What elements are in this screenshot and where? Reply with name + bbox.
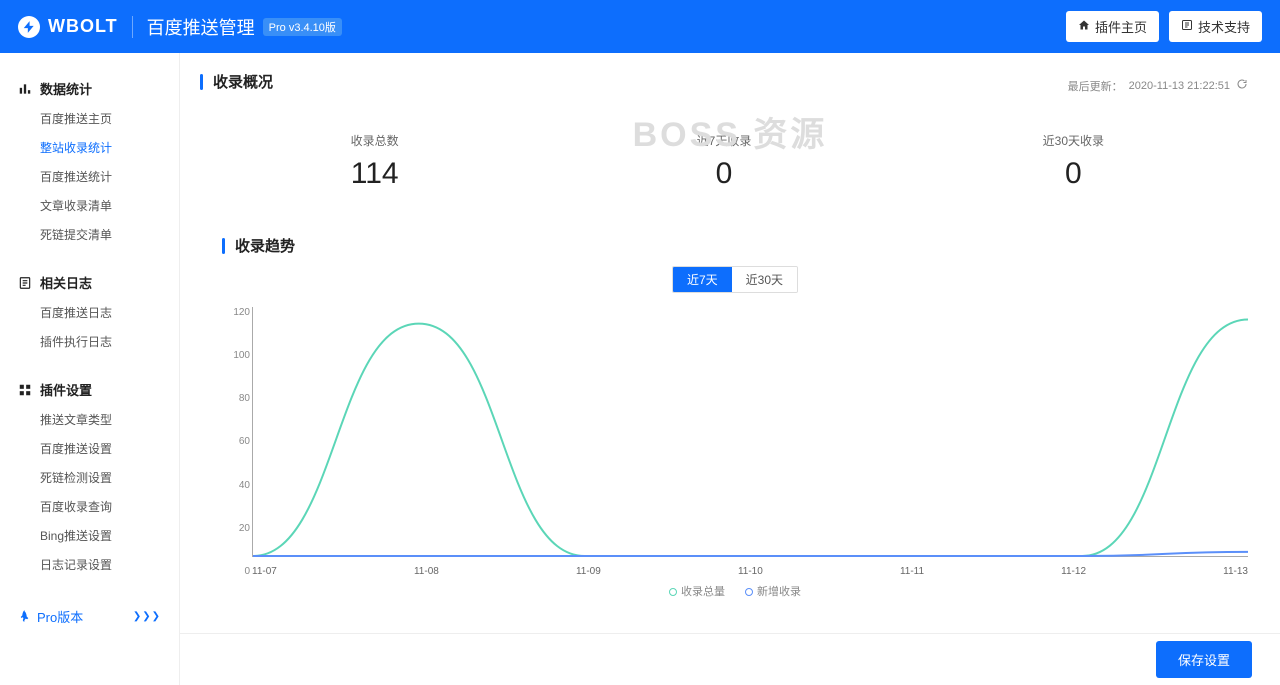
support-button[interactable]: 技术支持 (1169, 11, 1262, 42)
stat-value: 0 (899, 157, 1248, 191)
x-tick: 11-12 (1061, 566, 1086, 577)
x-tick: 11-07 (252, 566, 277, 577)
y-tick: 120 (222, 307, 250, 318)
last-update-time: 2020-11-13 21:22:51 (1129, 80, 1230, 92)
last-update: 最后更新： 2020-11-13 21:22:51 (1068, 78, 1248, 94)
y-tick: 100 (222, 350, 250, 361)
sidebar-item[interactable]: 百度推送统计 (0, 162, 179, 191)
nav-heading: 插件设置 (0, 374, 179, 405)
stat-value: 0 (549, 157, 898, 191)
x-axis: 11-07 11-08 11-09 11-10 11-11 11-12 11-13 (252, 562, 1248, 577)
chart-box: 120100806040200 11-0711-0811-0911-1011-1… (252, 307, 1248, 577)
trend-title: 收录趋势 (235, 235, 295, 256)
home-icon (1078, 19, 1090, 34)
app-title: 百度推送管理 (147, 14, 255, 40)
topbar: WBOLT 百度推送管理 Pro v3.4.10版 插件主页 技术支持 (0, 0, 1280, 53)
settings-icon (18, 383, 32, 397)
trend-title-wrap: 收录趋势 (222, 235, 1248, 256)
legend-item: 新增收录 (745, 586, 801, 598)
pro-label: Pro版本 (37, 607, 83, 626)
logo-text: WBOLT (48, 16, 118, 37)
sidebar-item[interactable]: 死链提交清单 (0, 220, 179, 249)
sidebar-item[interactable]: 百度收录查询 (0, 492, 179, 521)
trend-section: 收录趋势 近7天近30天 120100806040200 11-0711-081… (200, 235, 1248, 599)
stat-card: 收录总数 114 (200, 132, 549, 191)
sidebar-item[interactable]: 日志记录设置 (0, 550, 179, 579)
sidebar-item[interactable]: 百度推送设置 (0, 434, 179, 463)
refresh-icon[interactable] (1236, 78, 1248, 93)
sidebar-item[interactable]: 推送文章类型 (0, 405, 179, 434)
footer-bar: 保存设置 (180, 633, 1280, 685)
x-tick: 11-10 (738, 566, 763, 577)
sidebar: 数据统计百度推送主页整站收录统计百度推送统计文章收录清单死链提交清单相关日志百度… (0, 53, 180, 685)
y-tick: 60 (222, 436, 250, 447)
stat-value: 114 (200, 157, 549, 191)
logo-icon (18, 16, 40, 38)
sidebar-item[interactable]: 死链检测设置 (0, 463, 179, 492)
overview-header: 收录概况 最后更新： 2020-11-13 21:22:51 (200, 71, 1248, 100)
y-tick: 80 (222, 393, 250, 404)
last-update-prefix: 最后更新： (1068, 78, 1123, 94)
main-content: BOSS 资源 收录概况 最后更新： 2020-11-13 21:22:51 收… (180, 53, 1280, 685)
support-label: 技术支持 (1198, 17, 1250, 36)
chart-line (253, 319, 1248, 556)
chart-tab[interactable]: 近30天 (732, 267, 797, 292)
log-icon (18, 276, 32, 290)
x-tick: 11-09 (576, 566, 601, 577)
y-tick: 20 (222, 523, 250, 534)
x-tick: 11-11 (900, 566, 924, 577)
sidebar-item[interactable]: 百度推送日志 (0, 298, 179, 327)
stats-row: 收录总数114近7天收录0近30天收录0 (200, 100, 1248, 235)
x-tick: 11-08 (414, 566, 439, 577)
stat-label: 近7天收录 (549, 132, 898, 149)
pro-version-link[interactable]: Pro版本 ❯❯❯ (0, 597, 179, 636)
title-bar-icon (222, 238, 225, 254)
overview-title: 收录概况 (213, 71, 273, 92)
stat-card: 近30天收录 0 (899, 132, 1248, 191)
y-tick: 40 (222, 480, 250, 491)
chart-plot (252, 307, 1248, 557)
nav-heading-text: 插件设置 (40, 380, 92, 399)
save-button[interactable]: 保存设置 (1156, 641, 1252, 678)
x-tick: 11-13 (1223, 566, 1248, 577)
chevron-right-icon: ❯❯❯ (133, 611, 161, 622)
rocket-icon (18, 610, 31, 623)
plugin-home-button[interactable]: 插件主页 (1066, 11, 1159, 42)
legend-item: 收录总量 (669, 586, 725, 598)
plugin-home-label: 插件主页 (1095, 17, 1147, 36)
sidebar-item[interactable]: 百度推送主页 (0, 104, 179, 133)
support-icon (1181, 19, 1193, 34)
chart-svg (253, 307, 1248, 556)
sidebar-item[interactable]: 整站收录统计 (0, 133, 179, 162)
nav-heading: 数据统计 (0, 73, 179, 104)
y-axis: 120 100 80 60 40 20 0 (222, 307, 250, 577)
chart-legend: 收录总量 新增收录 (222, 583, 1248, 599)
stat-label: 收录总数 (200, 132, 549, 149)
stat-label: 近30天收录 (899, 132, 1248, 149)
nav-heading-text: 数据统计 (40, 79, 92, 98)
stat-card: 近7天收录 0 (549, 132, 898, 191)
chart-icon (18, 82, 32, 96)
nav-heading-text: 相关日志 (40, 273, 92, 292)
nav-heading: 相关日志 (0, 267, 179, 298)
topbar-actions: 插件主页 技术支持 (1066, 11, 1262, 42)
chart-tabs: 近7天近30天 (672, 266, 798, 293)
sidebar-item[interactable]: 插件执行日志 (0, 327, 179, 356)
sidebar-item[interactable]: 文章收录清单 (0, 191, 179, 220)
y-tick: 0 (222, 566, 250, 577)
sidebar-item[interactable]: Bing推送设置 (0, 521, 179, 550)
overview-title-wrap: 收录概况 (200, 71, 273, 92)
chart-tab[interactable]: 近7天 (673, 267, 732, 292)
version-badge: Pro v3.4.10版 (263, 18, 342, 36)
title-bar-icon (200, 74, 203, 90)
divider (132, 16, 133, 38)
logo-block: WBOLT (18, 16, 118, 38)
